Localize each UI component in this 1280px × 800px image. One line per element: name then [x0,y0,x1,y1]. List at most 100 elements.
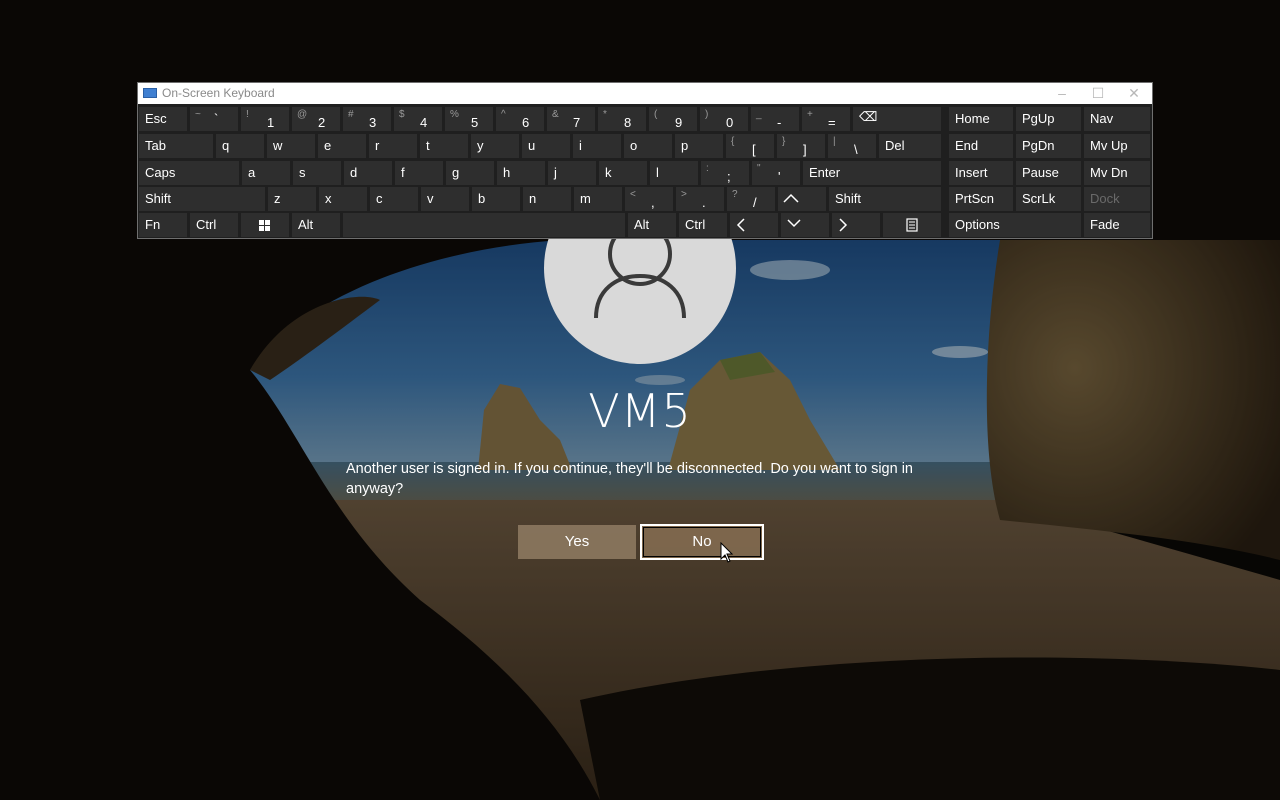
key-slash[interactable]: ? / [727,187,775,211]
key-7[interactable]: & 7 [547,107,595,131]
key-dock[interactable]: Dock [1084,187,1150,211]
key-pgup[interactable]: PgUp [1016,107,1081,131]
key-left-bracket[interactable]: {[ [726,134,774,158]
key-q[interactable]: q [216,134,264,158]
context-menu-icon [906,218,918,232]
key-shift-right[interactable]: Shift [829,187,941,211]
windows-logo-icon [259,220,270,231]
no-button[interactable]: No [640,524,764,560]
key-options[interactable]: Options [949,213,1081,237]
key-arrow-up[interactable] [778,187,826,211]
key-3[interactable]: #3 [343,107,391,131]
key-period[interactable]: >. [676,187,724,211]
key-quote[interactable]: " ' [752,161,800,185]
key-backtick[interactable]: ~ ` [190,107,238,131]
key-b[interactable]: b [472,187,520,211]
key-2[interactable]: @2 [292,107,340,131]
key-r[interactable]: r [369,134,417,158]
key-s[interactable]: s [293,161,341,185]
key-scrlk[interactable]: ScrLk [1016,187,1081,211]
key-f[interactable]: f [395,161,443,185]
key-4[interactable]: $4 [394,107,442,131]
key-alt-left[interactable]: Alt [292,213,340,237]
key-8[interactable]: * 8 [598,107,646,131]
key-fn[interactable]: Fn [139,213,187,237]
arrow-down-icon [787,219,801,228]
maximize-button[interactable]: ☐ [1080,83,1116,104]
key-c[interactable]: c [370,187,418,211]
key-tab[interactable]: Tab [139,134,213,158]
osk-titlebar[interactable]: On-Screen Keyboard – ☐ ✕ [138,83,1152,104]
key-h[interactable]: h [497,161,545,185]
key-mv-up[interactable]: Mv Up [1084,134,1150,158]
minimize-button[interactable]: – [1044,83,1080,104]
key-ctrl-right[interactable]: Ctrl [679,213,727,237]
arrow-left-icon [736,218,745,232]
key-equals[interactable]: + = [802,107,850,131]
osk-title: On-Screen Keyboard [162,86,275,100]
key-pgdn[interactable]: PgDn [1016,134,1081,158]
key-semicolon[interactable]: :; [701,161,749,185]
key-0[interactable]: ) 0 [700,107,748,131]
key-esc[interactable]: Esc [139,107,187,131]
key-6[interactable]: ^ 6 [496,107,544,131]
key-alt-right[interactable]: Alt [628,213,676,237]
key-w[interactable]: w [267,134,315,158]
signin-warning-message: Another user is signed in. If you contin… [346,461,913,497]
key-mv-dn[interactable]: Mv Dn [1084,161,1150,185]
key-fade[interactable]: Fade [1084,213,1150,237]
backspace-icon: ⌫ [859,109,878,124]
key-5[interactable]: % 5 [445,107,493,131]
key-k[interactable]: k [599,161,647,185]
key-comma[interactable]: <, [625,187,673,211]
key-j[interactable]: j [548,161,596,185]
key-arrow-right[interactable] [832,213,880,237]
key-backslash[interactable]: | \ [828,134,876,158]
yes-button[interactable]: Yes [518,525,636,559]
arrow-right-icon [839,218,848,232]
key-p[interactable]: p [675,134,723,158]
key-del[interactable]: Del [879,134,941,158]
key-u[interactable]: u [522,134,570,158]
key-nav[interactable]: Nav [1084,107,1150,131]
arrow-up-icon [783,193,799,203]
key-1[interactable]: ! 1 [241,107,289,131]
key-enter[interactable]: Enter [803,161,941,185]
key-z[interactable]: z [268,187,316,211]
key-9[interactable]: (9 [649,107,697,131]
key-y[interactable]: y [471,134,519,158]
key-i[interactable]: i [573,134,621,158]
key-shift-left[interactable]: Shift [139,187,265,211]
key-a[interactable]: a [242,161,290,185]
close-button[interactable]: ✕ [1116,83,1152,104]
key-backspace[interactable]: ⌫ [853,107,941,131]
user-name: VM5 [588,384,692,438]
key-windows[interactable] [241,213,289,237]
key-m[interactable]: m [574,187,622,211]
key-v[interactable]: v [421,187,469,211]
key-caps[interactable]: Caps [139,161,239,185]
key-arrow-down[interactable] [781,213,829,237]
key-menu[interactable] [883,213,941,237]
key-minus[interactable]: _ - [751,107,799,131]
key-end[interactable]: End [949,134,1013,158]
key-pause[interactable]: Pause [1016,161,1081,185]
key-space[interactable] [343,213,625,237]
key-right-bracket[interactable]: }] [777,134,825,158]
key-ctrl-left[interactable]: Ctrl [190,213,238,237]
key-g[interactable]: g [446,161,494,185]
key-l[interactable]: l [650,161,698,185]
keyboard-app-icon [143,88,157,98]
key-x[interactable]: x [319,187,367,211]
key-o[interactable]: o [624,134,672,158]
key-home[interactable]: Home [949,107,1013,131]
key-t[interactable]: t [420,134,468,158]
key-d[interactable]: d [344,161,392,185]
key-n[interactable]: n [523,187,571,211]
key-prtscn[interactable]: PrtScn [949,187,1013,211]
key-insert[interactable]: Insert [949,161,1013,185]
key-e[interactable]: e [318,134,366,158]
mouse-cursor-icon [720,542,734,563]
on-screen-keyboard-window: On-Screen Keyboard – ☐ ✕ Esc ~ ` ! 1 @2 #3… [137,82,1153,239]
key-arrow-left[interactable] [730,213,778,237]
